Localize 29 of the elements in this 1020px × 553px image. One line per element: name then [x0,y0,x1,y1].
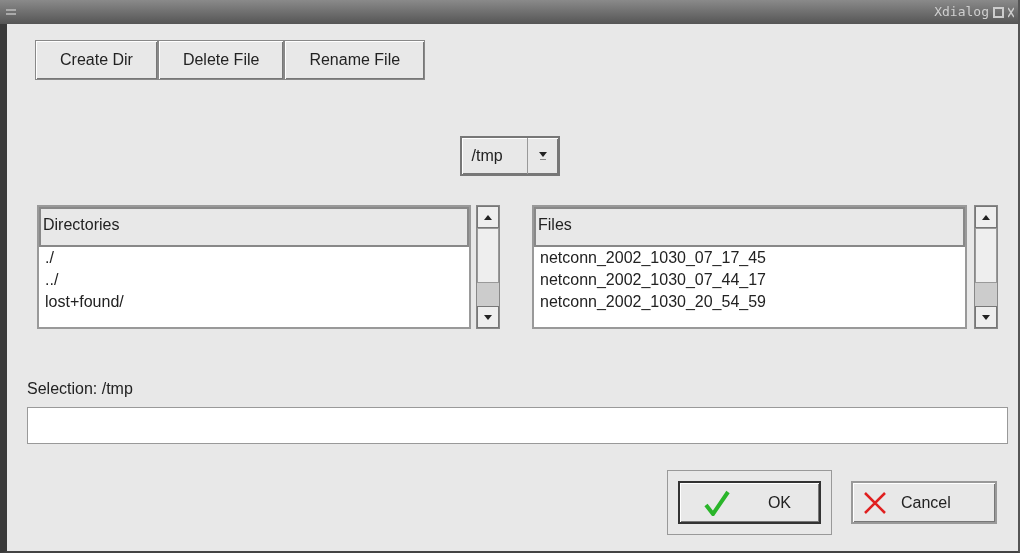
scroll-down-icon[interactable] [982,314,990,320]
scroll-up-icon[interactable] [982,214,990,220]
checkmark-icon [704,489,730,516]
menu-icon[interactable] [6,9,16,15]
selection-label: Selection: /tmp [27,379,134,399]
column-header[interactable]: Files [534,207,965,247]
cancel-button[interactable]: Cancel [851,481,997,524]
ok-button[interactable]: OK [678,481,821,524]
directory-dropdown[interactable]: /tmp [459,136,560,176]
list-item[interactable]: ./ [39,247,469,269]
maximize-icon[interactable] [993,6,1004,18]
window-title: Xdialog [934,3,989,22]
list-item[interactable]: ../ [39,269,469,291]
scroll-up-icon[interactable] [484,214,492,220]
scrollbar[interactable] [974,205,998,329]
list-item[interactable]: lost+found/ [39,291,469,313]
dropdown-arrow-icon [538,152,547,160]
toolbar-button[interactable]: Delete File [157,40,285,80]
scroll-down-icon[interactable] [484,314,492,320]
close-icon[interactable] [1008,6,1014,18]
scrollbar[interactable] [476,205,500,329]
toolbar-button[interactable]: Rename File [284,40,426,80]
list-item[interactable]: netconn_2002_1030_07_44_17 [534,269,965,291]
toolbar-button[interactable]: Create Dir [35,40,158,80]
list-item[interactable]: netconn_2002_1030_20_54_59 [534,291,965,313]
column-header[interactable]: Directories [39,207,469,247]
list-item[interactable]: netconn_2002_1030_07_17_45 [534,247,965,269]
selection-field[interactable] [27,407,1008,444]
close-icon [863,490,887,515]
